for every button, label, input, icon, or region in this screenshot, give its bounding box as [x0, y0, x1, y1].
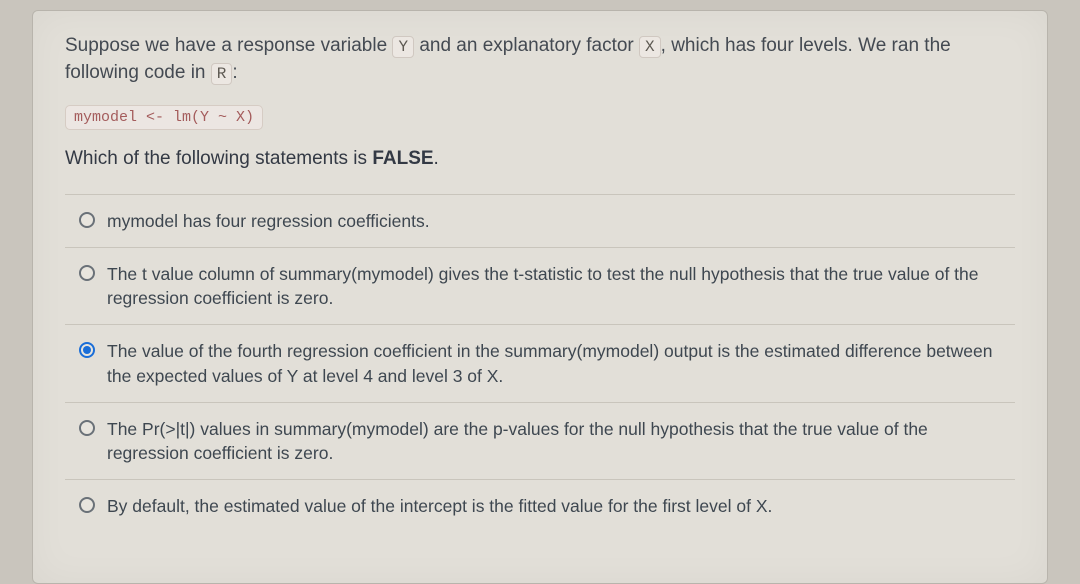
option-text: By default, the estimated value of the i… — [107, 494, 772, 518]
option-text: The t value column of summary(mymodel) g… — [107, 262, 1013, 310]
question-text: Suppose we have a response variable Y an… — [65, 33, 1015, 87]
option-row[interactable]: The Pr(>|t|) values in summary(mymodel) … — [65, 403, 1015, 480]
prompt-bold: FALSE — [372, 148, 433, 169]
inline-code-r: R — [211, 63, 233, 85]
question-card: Suppose we have a response variable Y an… — [32, 10, 1048, 584]
radio-button[interactable] — [79, 212, 95, 228]
prompt-post: . — [434, 148, 439, 169]
q-seg-1: Suppose we have a response variable — [65, 35, 392, 56]
radio-button[interactable] — [79, 265, 95, 281]
inline-code-x: X — [639, 36, 661, 58]
inline-code-y: Y — [392, 36, 414, 58]
option-row[interactable]: The value of the fourth regression coeff… — [65, 325, 1015, 402]
radio-button[interactable] — [79, 342, 95, 358]
radio-button[interactable] — [79, 497, 95, 513]
q-seg-2: and an explanatory factor — [414, 35, 639, 56]
prompt-pre: Which of the following statements is — [65, 148, 372, 169]
option-text: The value of the fourth regression coeff… — [107, 339, 1013, 387]
option-row[interactable]: mymodel has four regression coefficients… — [65, 195, 1015, 248]
prompt-line: Which of the following statements is FAL… — [65, 148, 1015, 170]
option-row[interactable]: By default, the estimated value of the i… — [65, 480, 1015, 524]
code-block: mymodel <- lm(Y ~ X) — [65, 105, 263, 130]
options-list: mymodel has four regression coefficients… — [65, 194, 1015, 524]
option-text: The Pr(>|t|) values in summary(mymodel) … — [107, 417, 1013, 465]
radio-button[interactable] — [79, 420, 95, 436]
option-row[interactable]: The t value column of summary(mymodel) g… — [65, 248, 1015, 325]
q-seg-4: : — [232, 62, 237, 83]
option-text: mymodel has four regression coefficients… — [107, 209, 430, 233]
